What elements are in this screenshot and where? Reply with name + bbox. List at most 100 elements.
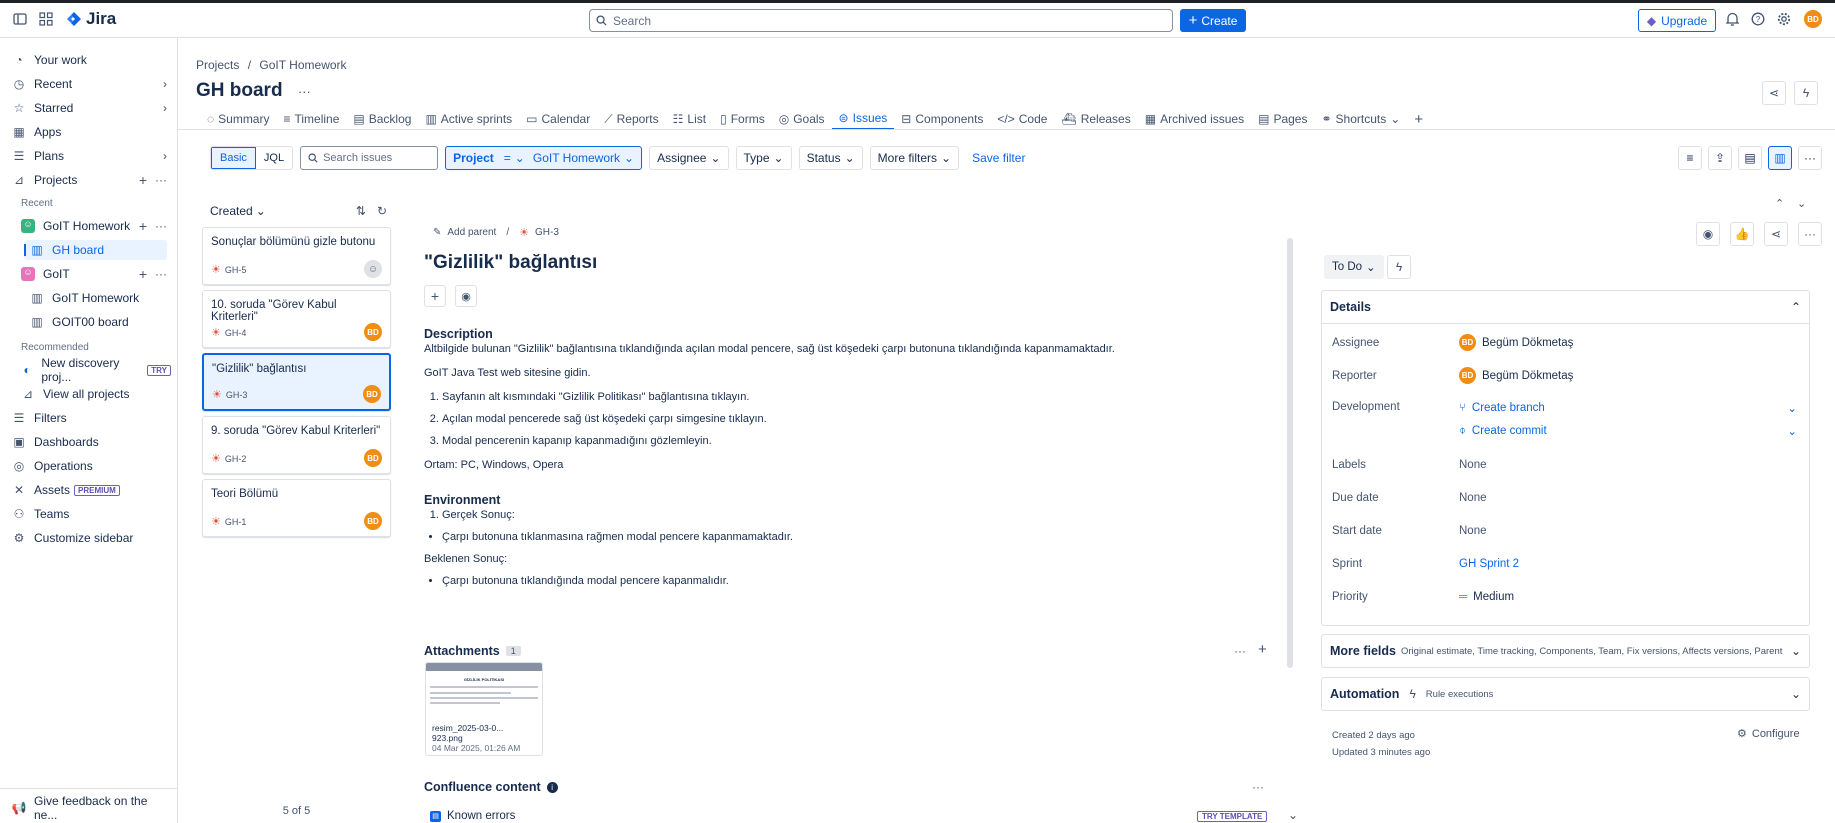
sidebar-item-recent[interactable]: ◷ Recent ›	[12, 74, 167, 94]
add-icon[interactable]: +	[139, 266, 147, 282]
sidebar-item-feedback[interactable]: 📢 Give feedback on the ne...	[12, 794, 167, 822]
global-search-input[interactable]: Search	[589, 9, 1173, 32]
sidebar-item-gh-board[interactable]: ▥ GH board	[24, 240, 167, 260]
more-fields-panel[interactable]: More fields Original estimate, Time trac…	[1321, 634, 1810, 668]
share-icon[interactable]: ⋖	[1764, 222, 1788, 246]
more-icon[interactable]: ···	[155, 173, 167, 187]
refresh-icon[interactable]: ↻	[377, 204, 387, 218]
chevron-up-icon[interactable]: ⌃	[1775, 197, 1784, 210]
attachment-thumbnail[interactable]: GİZLİLİK POLİTİKASI resim_2025-03-0... 9…	[425, 662, 543, 756]
sidebar-item-plans[interactable]: ☰ Plans ›	[12, 146, 167, 166]
sidebar-item-dashboards[interactable]: ▣ Dashboards	[12, 432, 167, 452]
sort-order-icon[interactable]: ⇅	[356, 204, 366, 218]
tab-timeline[interactable]: ≡ Timeline	[276, 108, 346, 130]
add-icon[interactable]: +	[1258, 641, 1267, 658]
sidebar-item-view-all-projects[interactable]: ⊿ View all projects	[21, 384, 167, 404]
reporter-value[interactable]: Begüm Dökmetaş	[1482, 370, 1573, 382]
sidebar-item-goit-homework-board[interactable]: ▥ GoIT Homework	[30, 288, 167, 308]
chevron-down-icon[interactable]: ⌄	[1797, 197, 1806, 210]
more-icon[interactable]: ···	[155, 267, 167, 281]
breadcrumb-projects[interactable]: Projects	[196, 58, 239, 72]
list-item[interactable]: Teori Bölümü ☀ GH-1 BD	[202, 479, 391, 537]
sidebar-toggle-icon[interactable]	[12, 11, 28, 27]
sprint-value[interactable]: GH Sprint 2	[1459, 558, 1519, 570]
tab-pages[interactable]: ▤ Pages	[1251, 108, 1314, 130]
sidebar-item-projects[interactable]: ⊿ Projects + ···	[12, 170, 167, 190]
sidebar-item-teams[interactable]: ⚇ Teams	[12, 504, 167, 524]
known-errors-row[interactable]: ▤ Known errors	[430, 810, 515, 822]
list-item-selected[interactable]: "Gizlilik" bağlantısı ☀ GH-3 BD	[202, 353, 391, 411]
detail-scrollbar[interactable]	[1287, 238, 1293, 668]
more-icon[interactable]: ···	[1252, 780, 1264, 794]
list-view-icon[interactable]: ▤	[1738, 146, 1762, 170]
detail-view-icon[interactable]: ▥	[1768, 146, 1792, 170]
sidebar-project-goit-homework[interactable]: ☺ GoIT Homework + ···	[21, 216, 167, 236]
tab-archived-issues[interactable]: ▦ Archived issues	[1138, 108, 1251, 130]
search-issues-input[interactable]: Search issues	[300, 146, 439, 170]
add-icon[interactable]: +	[424, 285, 446, 307]
create-branch-link[interactable]: ⑂ Create branch ⌄	[1459, 401, 1797, 415]
add-icon[interactable]: +	[139, 172, 147, 188]
try-template-badge[interactable]: TRY TEMPLATE	[1197, 811, 1268, 822]
save-filter-link[interactable]: Save filter	[972, 151, 1025, 165]
more-icon[interactable]: ···	[1234, 644, 1246, 658]
details-header[interactable]: Details ⌃	[1322, 291, 1809, 324]
more-filters[interactable]: More filters ⌄	[869, 146, 960, 170]
sidebar-item-customize[interactable]: ⚙ Customize sidebar	[12, 528, 167, 548]
type-filter[interactable]: Type ⌄	[735, 146, 792, 170]
filter-lines-icon[interactable]: ≡	[1678, 146, 1702, 170]
export-icon[interactable]: ⇪	[1708, 146, 1732, 170]
sidebar-item-your-work[interactable]: ◔ Your work	[12, 50, 167, 70]
watch-eye-icon[interactable]: ◉	[1696, 222, 1720, 246]
automation-panel[interactable]: Automation ϟ Rule executions ⌄	[1321, 677, 1810, 711]
tab-components[interactable]: ⊟ Components	[894, 108, 990, 130]
priority-value[interactable]: Medium	[1473, 591, 1514, 603]
tab-forms[interactable]: ▯ Forms	[713, 108, 772, 130]
due-date-value[interactable]: None	[1459, 492, 1487, 504]
issue-key-link[interactable]: GH-3	[535, 227, 559, 238]
tab-goals[interactable]: ◎ Goals	[772, 108, 832, 130]
more-icon[interactable]: ···	[1798, 222, 1822, 246]
tab-reports[interactable]: ⟋ Reports	[597, 108, 665, 130]
more-actions-icon[interactable]: ···	[298, 84, 311, 99]
jql-toggle[interactable]: JQL	[256, 147, 292, 169]
user-avatar[interactable]: BD	[1804, 10, 1822, 28]
chevron-down-icon[interactable]: ⌄	[1288, 808, 1298, 822]
start-date-value[interactable]: None	[1459, 525, 1487, 537]
add-tab-icon[interactable]: +	[1407, 108, 1430, 130]
tab-calendar[interactable]: ▭ Calendar	[519, 108, 597, 130]
tab-releases[interactable]: ⛴ Releases	[1054, 108, 1137, 130]
labels-value[interactable]: None	[1459, 459, 1487, 471]
assignee-filter[interactable]: Assignee ⌄	[649, 146, 729, 170]
breadcrumb-goit-homework[interactable]: GoIT Homework	[259, 58, 346, 72]
sidebar-item-assets[interactable]: ✕ Assets PREMIUM	[12, 480, 167, 500]
share-icon[interactable]: ⋖	[1762, 81, 1786, 105]
add-icon[interactable]: +	[139, 218, 147, 234]
apps-icon[interactable]: ◉	[455, 285, 477, 307]
list-item[interactable]: 9. soruda "Görev Kabul Kriterleri" ☀ GH-2…	[202, 416, 391, 474]
sidebar-project-goit[interactable]: ☺ GoIT + ···	[21, 264, 167, 284]
more-icon[interactable]: ···	[1798, 146, 1822, 170]
status-dropdown[interactable]: To Do ⌄	[1324, 255, 1384, 279]
lightning-icon[interactable]: ϟ	[1387, 255, 1411, 279]
sidebar-item-filters[interactable]: ☰ Filters	[12, 408, 167, 428]
help-icon[interactable]: ?	[1750, 11, 1766, 27]
assignee-value[interactable]: Begüm Dökmetaş	[1482, 337, 1573, 349]
thumbs-up-icon[interactable]: 👍	[1730, 222, 1754, 246]
create-commit-link[interactable]: ⌽ Create commit ⌄	[1459, 424, 1797, 439]
configure-button[interactable]: ⚙ Configure	[1737, 727, 1800, 741]
tab-shortcuts[interactable]: ⚭ Shortcuts ⌄	[1314, 108, 1407, 130]
project-filter[interactable]: Project = ⌄ GoIT Homework ⌄	[445, 146, 643, 170]
lightning-icon[interactable]: ϟ	[1794, 81, 1818, 105]
sidebar-item-starred[interactable]: ☆ Starred ›	[12, 98, 167, 118]
tab-backlog[interactable]: ▤ Backlog	[346, 108, 418, 130]
tab-issues[interactable]: ⊜ Issues	[831, 108, 895, 130]
basic-toggle[interactable]: Basic	[211, 147, 256, 169]
upgrade-button[interactable]: ◆ Upgrade	[1638, 9, 1716, 32]
sidebar-item-apps[interactable]: ▦ Apps	[12, 122, 167, 142]
issue-title[interactable]: "Gizlilik" bağlantısı	[424, 252, 597, 274]
sort-dropdown[interactable]: Created	[210, 204, 253, 218]
info-icon[interactable]: i	[546, 781, 558, 793]
tab-summary[interactable]: ◌ Summary	[200, 108, 276, 130]
more-icon[interactable]: ···	[155, 219, 167, 233]
